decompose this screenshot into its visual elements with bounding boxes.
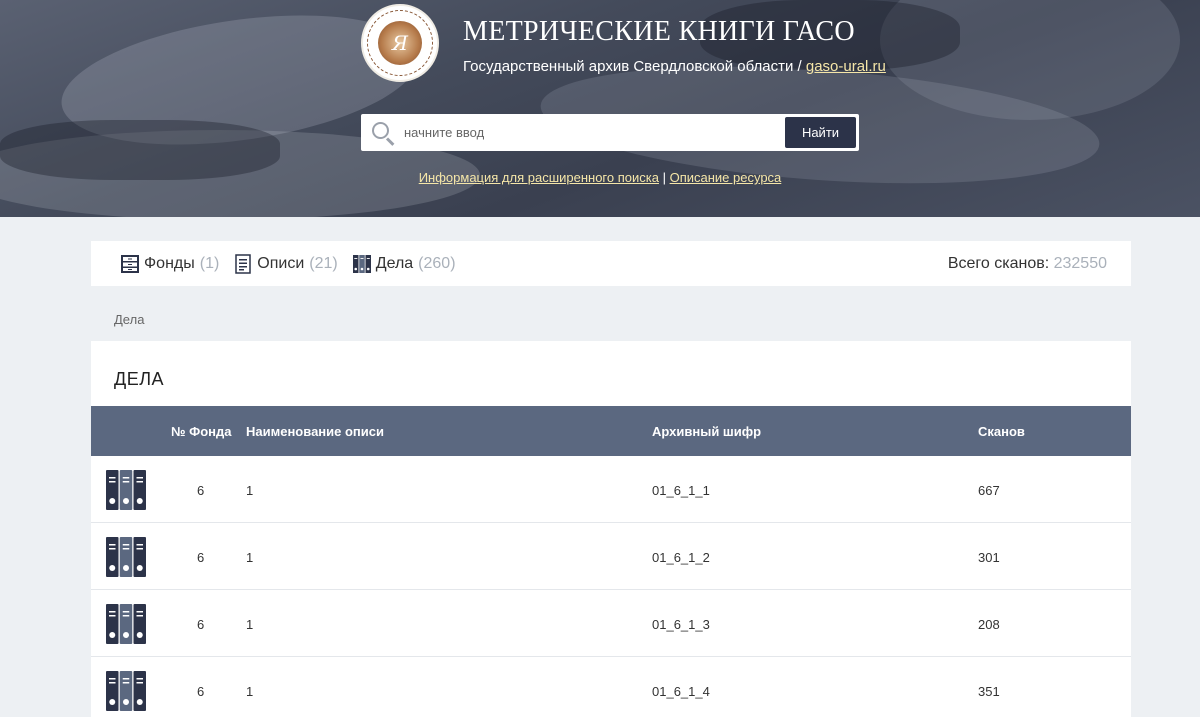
cell-fond: 6	[197, 550, 205, 565]
tab-fonds-label: Фонды	[144, 254, 195, 272]
page-title: ДЕЛА	[114, 369, 165, 389]
nav-tabs-bar: Фонды (1) Описи (21) Дела (260) Всего ск…	[91, 241, 1131, 286]
total-scans: Всего сканов: 232550	[948, 255, 1107, 273]
cell-opis: 1	[246, 483, 254, 498]
site-title: МЕТРИЧЕСКИЕ КНИГИ ГАСО	[463, 16, 855, 47]
cell-scans: 208	[978, 617, 1000, 632]
header-links: Информация для расширенного поиска | Опи…	[0, 170, 1200, 185]
cell-opis: 1	[246, 684, 254, 699]
advanced-search-link[interactable]: Информация для расширенного поиска	[419, 170, 659, 185]
cell-fond: 6	[197, 483, 205, 498]
cabinet-icon	[121, 254, 139, 273]
archive-seal-logo[interactable]: Я	[361, 4, 439, 82]
search-icon	[370, 120, 396, 146]
about-resource-link[interactable]: Описание ресурса	[670, 170, 782, 185]
cell-scans: 351	[978, 684, 1000, 699]
search-bar: Найти	[361, 114, 859, 151]
table-row[interactable]: 6 1 01_6_1_2 301	[91, 523, 1131, 590]
tab-opisi-label: Описи	[257, 254, 305, 272]
tab-opisi[interactable]: Описи (21)	[233, 253, 338, 274]
cell-code: 01_6_1_4	[652, 684, 710, 699]
binders-icon	[106, 671, 146, 711]
total-scans-value: 232550	[1053, 254, 1107, 272]
binders-icon	[106, 470, 146, 510]
cell-code: 01_6_1_2	[652, 550, 710, 565]
total-scans-label: Всего сканов:	[947, 254, 1054, 272]
cell-opis: 1	[246, 550, 254, 565]
binders-icon	[352, 254, 371, 273]
site-subtitle: Государственный архив Свердловской облас…	[463, 58, 886, 75]
link-separator: |	[658, 170, 670, 185]
gaso-link[interactable]: gaso-ural.ru	[806, 58, 886, 75]
table-row[interactable]: 6 1 01_6_1_4 351	[91, 657, 1131, 717]
table-row[interactable]: 6 1 01_6_1_1 667	[91, 456, 1131, 523]
cases-panel: ДЕЛА № Фонда Наименование описи Архивный…	[91, 341, 1131, 717]
search-input[interactable]	[396, 114, 785, 151]
tab-dela-count: (260)	[418, 254, 456, 272]
search-button[interactable]: Найти	[785, 117, 856, 148]
table-header: № Фонда Наименование описи Архивный шифр…	[91, 406, 1131, 456]
tab-fonds-count: (1)	[199, 254, 220, 272]
tab-dela-label: Дела	[375, 254, 414, 272]
table-row[interactable]: 6 1 01_6_1_3 208	[91, 590, 1131, 657]
tab-fonds[interactable]: Фонды (1)	[120, 254, 219, 274]
col-header-code[interactable]: Архивный шифр	[652, 424, 761, 439]
tab-dela[interactable]: Дела (260)	[352, 254, 456, 274]
tab-opisi-count: (21)	[309, 254, 338, 272]
col-header-fond[interactable]: № Фонда	[171, 424, 231, 439]
cell-opis: 1	[246, 617, 254, 632]
cell-fond: 6	[197, 684, 205, 699]
cell-code: 01_6_1_1	[652, 483, 710, 498]
document-icon	[235, 253, 252, 274]
subtitle-text: Государственный архив Свердловской облас…	[463, 58, 806, 75]
col-header-opis[interactable]: Наименование описи	[246, 424, 384, 439]
breadcrumb[interactable]: Дела	[114, 312, 144, 327]
cell-code: 01_6_1_3	[652, 617, 710, 632]
cell-scans: 667	[978, 483, 1000, 498]
binders-icon	[106, 604, 146, 644]
col-header-scans[interactable]: Сканов	[978, 424, 1025, 439]
binders-icon	[106, 537, 146, 577]
cell-fond: 6	[197, 617, 205, 632]
header-banner: Я МЕТРИЧЕСКИЕ КНИГИ ГАСО Государственный…	[0, 0, 1200, 217]
cell-scans: 301	[978, 550, 1000, 565]
